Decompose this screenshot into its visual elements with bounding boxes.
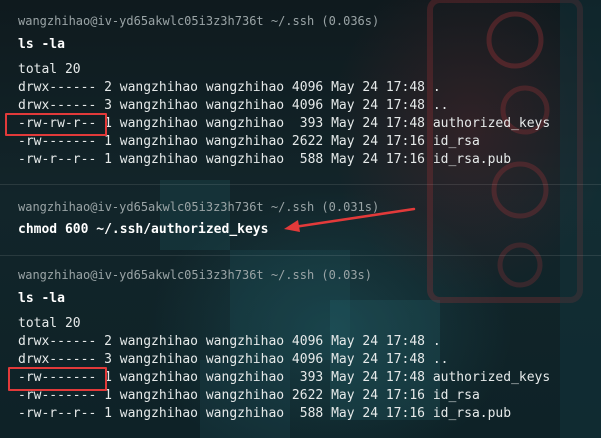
permission-highlight-box [8,367,107,391]
output-line: total 20 [18,62,81,77]
command-text: ls -la [18,37,65,52]
prompt-line: wangzhihao@iv-yd65akwlc05i3z3h736t ~/.ss… [18,268,373,282]
arrow-annotation-icon [284,207,416,232]
output-line: total 20 [18,316,81,331]
output-line: -rw-r--r-- 1 wangzhihao wangzhihao 588 M… [18,406,512,421]
block-divider [0,184,601,185]
prompt-line: wangzhihao@iv-yd65akwlc05i3z3h736t ~/.ss… [18,14,380,28]
output-line: -rw-r--r-- 1 wangzhihao wangzhihao 588 M… [18,152,512,167]
terminal-window[interactable]: wangzhihao@iv-yd65akwlc05i3z3h736t ~/.ss… [0,0,601,438]
output-line: drwx------ 2 wangzhihao wangzhihao 4096 … [18,334,441,349]
permission-highlight-box [5,113,107,136]
command-text: chmod 600 ~/.ssh/authorized_keys [18,222,269,237]
command-text: ls -la [18,291,65,306]
block-divider [0,255,601,256]
output-line: drwx------ 2 wangzhihao wangzhihao 4096 … [18,80,441,95]
